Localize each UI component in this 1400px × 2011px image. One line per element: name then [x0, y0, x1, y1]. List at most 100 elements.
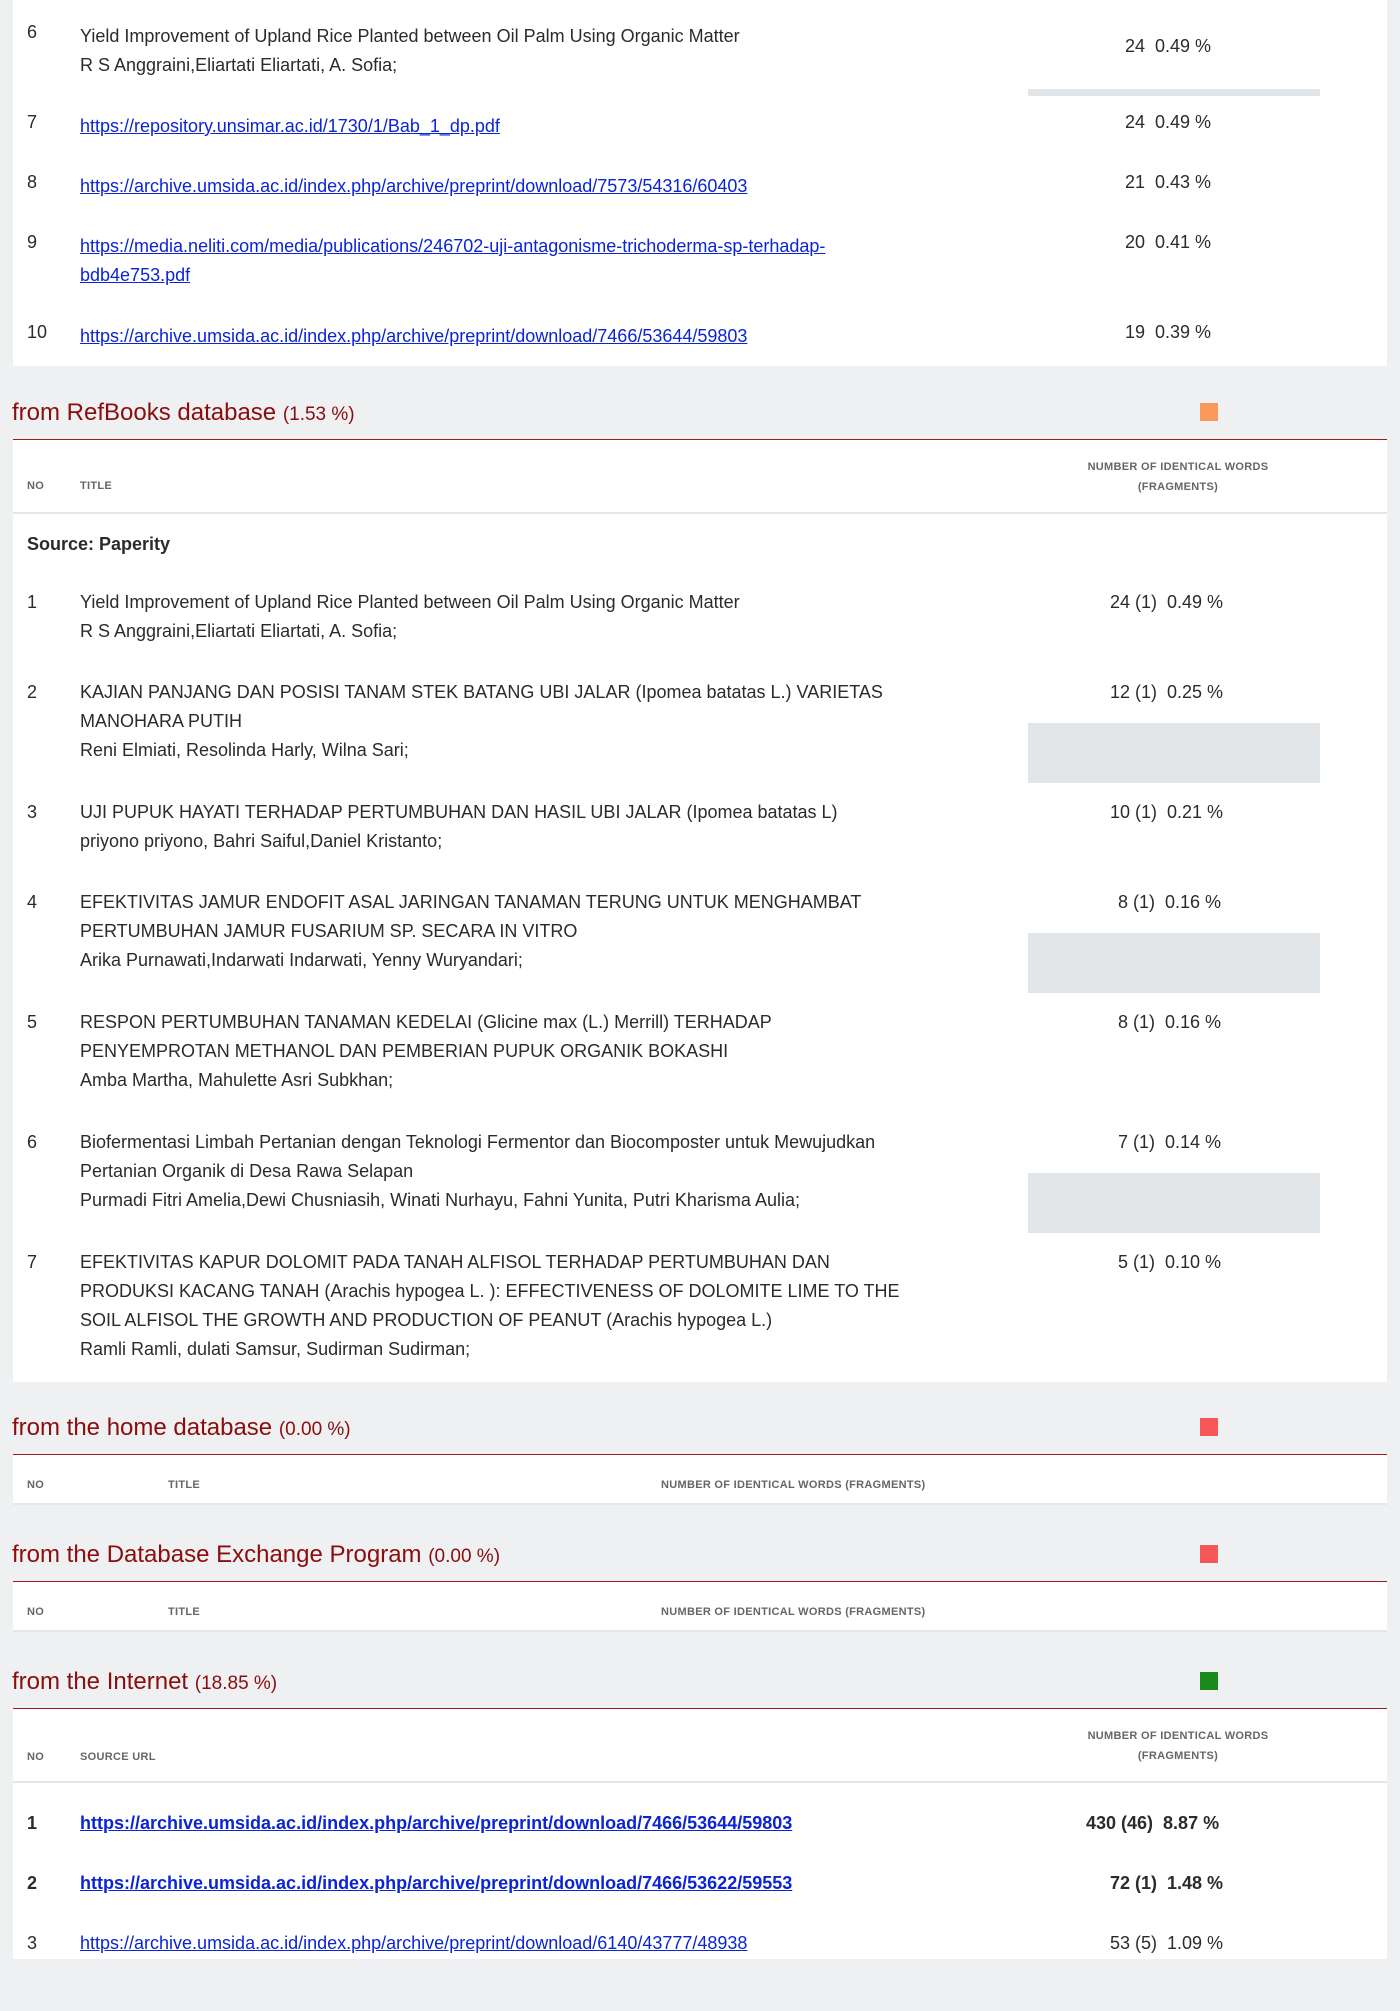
source-label: Source: Paperity — [27, 534, 171, 554]
row-stat: 53 (5) 1.09 % — [1110, 1933, 1224, 1953]
row-number: 7 — [27, 112, 38, 132]
row-title: Biofermentasi Limbah Pertanian dengan Te… — [80, 1128, 1010, 1215]
source-title: UJI PUPUK HAYATI TERHADAP PERTUMBUHAN DA… — [80, 802, 838, 822]
section-percent: (1.53 %) — [282, 404, 355, 425]
row-number: 5 — [27, 1012, 38, 1032]
source-title: Pertanian Organik di Desa Rawa Selapan — [80, 1161, 414, 1181]
col-header-title: TITLE — [80, 480, 113, 492]
source-url-link[interactable]: https://archive.umsida.ac.id/index.php/a… — [80, 176, 747, 196]
row-number: 4 — [27, 892, 38, 912]
section-title: from the home database — [12, 1414, 273, 1441]
row-stat: 19 0.39 % — [1125, 322, 1212, 342]
source-authors: R S Anggraini,Eliartati Eliartati, A. So… — [80, 55, 398, 75]
row-stat: 7 (1) 0.14 % — [1118, 1132, 1222, 1152]
source-url-link[interactable]: https://repository.unsimar.ac.id/1730/1/… — [80, 116, 500, 136]
row-number: 9 — [27, 232, 38, 252]
row-title: RESPON PERTUMBUHAN TANAMAN KEDELAI (Glic… — [80, 1008, 1010, 1095]
row-number: 3 — [27, 802, 38, 822]
col-header-no: NO — [27, 1479, 45, 1491]
col-header-source-url: SOURCE URL — [80, 1751, 156, 1763]
row-stat: 10 (1) 0.21 % — [1110, 802, 1224, 822]
row-title: https://archive.umsida.ac.id/index.php/a… — [80, 1929, 1010, 1958]
section-percent: (18.85 %) — [194, 1673, 278, 1694]
header-rule — [13, 1630, 1387, 1632]
row-title: Yield Improvement of Upland Rice Planted… — [80, 588, 1010, 646]
row-title: KAJIAN PANJANG DAN POSISI TANAM STEK BAT… — [80, 678, 1010, 765]
col-header-identical-words: NUMBER OF IDENTICAL WORDS (FRAGMENTS) — [1033, 1726, 1323, 1766]
source-title: Yield Improvement of Upland Rice Planted… — [80, 26, 740, 46]
row-title: Yield Improvement of Upland Rice Planted… — [80, 22, 1010, 80]
url-line: bdb4e753.pdf — [80, 265, 191, 285]
col-header-no: NO — [27, 1751, 45, 1763]
row-title: UJI PUPUK HAYATI TERHADAP PERTUMBUHAN DA… — [80, 798, 1010, 856]
section-percent: (0.00 %) — [278, 1419, 351, 1440]
col-header-line: NUMBER OF IDENTICAL WORDS — [1087, 461, 1269, 473]
source-title: SOIL ALFISOL THE GROWTH AND PRODUCTION O… — [80, 1310, 773, 1330]
row-title: EFEKTIVITAS KAPUR DOLOMIT PADA TANAH ALF… — [80, 1248, 1010, 1364]
source-title: PERTUMBUHAN JAMUR FUSARIUM SP. SECARA IN… — [80, 921, 578, 941]
header-rule — [13, 512, 1387, 514]
refbooks-color-swatch — [1200, 403, 1218, 421]
source-title: Biofermentasi Limbah Pertanian dengan Te… — [80, 1132, 876, 1152]
col-header-no: NO — [27, 1606, 45, 1618]
source-url-link[interactable]: https://archive.umsida.ac.id/index.php/a… — [80, 1813, 792, 1833]
exchange-table-panel: NO TITLE NUMBER OF IDENTICAL WORDS (FRAG… — [13, 1582, 1387, 1632]
row-number: 1 — [27, 1813, 38, 1833]
source-title: PENYEMPROTAN METHANOL DAN PEMBERIAN PUPU… — [80, 1041, 729, 1061]
row-title: https://media.neliti.com/media/publicati… — [80, 232, 1010, 290]
header-rule — [13, 1503, 1387, 1505]
internet-color-swatch — [1200, 1672, 1218, 1690]
row-stat: 12 (1) 0.25 % — [1110, 682, 1224, 702]
col-header-line: (FRAGMENTS) — [1137, 1750, 1219, 1762]
source-authors: priyono priyono, Bahri Saiful,Daniel Kri… — [80, 831, 443, 851]
row-number: 2 — [27, 682, 38, 702]
row-number: 10 — [27, 322, 48, 342]
source-authors: Ramli Ramli, dulati Samsur, Sudirman Sud… — [80, 1339, 471, 1359]
row-title: https://archive.umsida.ac.id/index.php/a… — [80, 1869, 1010, 1898]
row-highlight-bar — [1028, 723, 1320, 783]
row-title: https://archive.umsida.ac.id/index.php/a… — [80, 1809, 1010, 1838]
top-table-panel: 6 Yield Improvement of Upland Rice Plant… — [13, 0, 1387, 366]
source-url-link[interactable]: https://archive.umsida.ac.id/index.php/a… — [80, 326, 747, 346]
row-number: 2 — [27, 1873, 38, 1893]
row-number: 6 — [27, 22, 38, 42]
row-number: 6 — [27, 1132, 38, 1152]
row-stat: 8 (1) 0.16 % — [1118, 1012, 1222, 1032]
row-number: 1 — [27, 592, 38, 612]
col-header-line: NUMBER OF IDENTICAL WORDS — [1087, 1730, 1269, 1742]
section-heading-internet: from the Internet (18.85 %) — [12, 1668, 277, 1696]
refbooks-table-panel: NO TITLE NUMBER OF IDENTICAL WORDS (FRAG… — [13, 440, 1387, 1382]
source-authors: Purmadi Fitri Amelia,Dewi Chusniasih, Wi… — [80, 1190, 800, 1210]
source-title: MANOHARA PUTIH — [80, 711, 243, 731]
row-title: https://archive.umsida.ac.id/index.php/a… — [80, 172, 1010, 201]
row-stat: 21 0.43 % — [1125, 172, 1212, 192]
home-table-panel: NO TITLE NUMBER OF IDENTICAL WORDS (FRAG… — [13, 1455, 1387, 1505]
source-url-link[interactable]: https://archive.umsida.ac.id/index.php/a… — [80, 1933, 747, 1953]
col-header-line: (FRAGMENTS) — [1137, 481, 1219, 493]
col-header-title: TITLE — [168, 1479, 201, 1491]
source-title: PRODUKSI KACANG TANAH (Arachis hypogea L… — [80, 1281, 900, 1301]
section-heading-home: from the home database (0.00 %) — [12, 1414, 351, 1442]
source-title: RESPON PERTUMBUHAN TANAMAN KEDELAI (Glic… — [80, 1012, 772, 1032]
row-stat: 430 (46) 8.87 % — [1086, 1813, 1220, 1833]
row-stat: 24 (1) 0.49 % — [1110, 592, 1224, 612]
col-header-identical-words: NUMBER OF IDENTICAL WORDS (FRAGMENTS) — [1033, 457, 1323, 497]
source-authors: Arika Purnawati,Indarwati Indarwati, Yen… — [80, 950, 523, 970]
section-title: from the Database Exchange Program — [12, 1541, 422, 1568]
row-title: EFEKTIVITAS JAMUR ENDOFIT ASAL JARINGAN … — [80, 888, 1010, 975]
col-header-identical-words: NUMBER OF IDENTICAL WORDS (FRAGMENTS) — [661, 1479, 926, 1491]
header-rule — [13, 1781, 1387, 1783]
row-title: https://repository.unsimar.ac.id/1730/1/… — [80, 112, 1010, 141]
section-title: from RefBooks database — [12, 399, 277, 426]
source-title: EFEKTIVITAS JAMUR ENDOFIT ASAL JARINGAN … — [80, 892, 862, 912]
section-heading-refbooks: from RefBooks database (1.53 %) — [12, 399, 355, 427]
source-url-link[interactable]: https://media.neliti.com/media/publicati… — [80, 236, 825, 285]
row-highlight-bar — [1028, 1173, 1320, 1233]
source-url-link[interactable]: https://archive.umsida.ac.id/index.php/a… — [80, 1873, 792, 1893]
row-stat: 20 0.41 % — [1125, 232, 1212, 252]
row-stat: 72 (1) 1.48 % — [1110, 1873, 1224, 1893]
section-percent: (0.00 %) — [428, 1546, 501, 1567]
row-stat: 24 0.49 % — [1125, 36, 1212, 56]
row-stat: 5 (1) 0.10 % — [1118, 1252, 1222, 1272]
source-title: EFEKTIVITAS KAPUR DOLOMIT PADA TANAH ALF… — [80, 1252, 830, 1272]
